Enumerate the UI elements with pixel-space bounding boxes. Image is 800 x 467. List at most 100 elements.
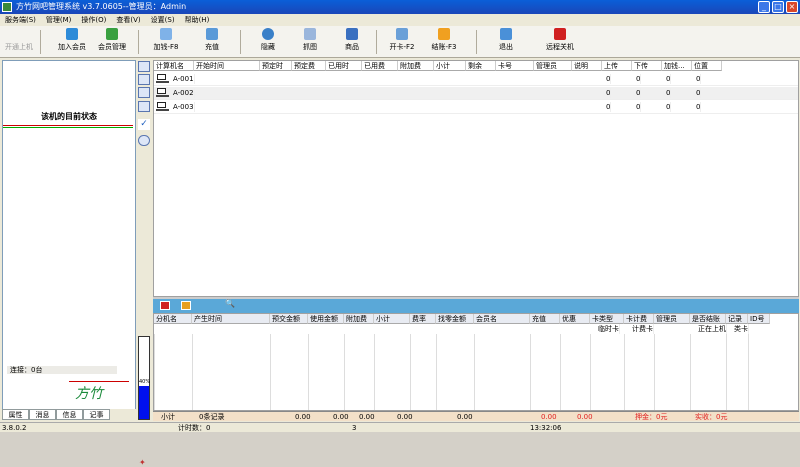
column-header[interactable]: 下传 [632, 61, 662, 71]
table-cell: A-001 [173, 74, 195, 84]
tab-properties[interactable]: 属性 [2, 409, 29, 420]
close-icon[interactable]: × [786, 1, 798, 13]
open-card-icon [396, 28, 408, 40]
add-member-button[interactable]: 加入会员 [52, 28, 92, 56]
menu-manage[interactable]: 管理(M) [41, 14, 77, 26]
remote-shutdown-button[interactable]: 远程关机 [540, 28, 580, 56]
screenshot-button[interactable]: 抓图 [292, 28, 328, 56]
sub-header: 正在上机 [698, 324, 727, 334]
exit-icon [500, 28, 512, 40]
column-header[interactable]: 上传 [602, 61, 632, 71]
refresh-icon[interactable] [138, 135, 150, 146]
column-header[interactable]: 开始时间 [194, 61, 260, 71]
column-header[interactable]: 计算机名 [154, 61, 194, 71]
column-header[interactable]: 预定时 [260, 61, 292, 71]
large-icon-view-icon[interactable] [138, 61, 150, 72]
table-row[interactable] [154, 73, 798, 86]
tab-info[interactable]: 信息 [56, 409, 83, 420]
computer-icon [156, 102, 170, 112]
column-header[interactable]: 已用时 [326, 61, 362, 71]
column-header[interactable]: 附加费 [344, 314, 374, 324]
gauge-label: 40% [139, 379, 151, 385]
menu-server[interactable]: 服务端(S) [0, 14, 41, 26]
grid-view-icon[interactable] [138, 74, 150, 85]
member-manage-button[interactable]: 会员管理 [92, 28, 132, 56]
export-icon[interactable] [181, 301, 191, 310]
column-header[interactable]: 优惠 [560, 314, 590, 324]
detail-view-icon[interactable] [138, 101, 150, 112]
column-header[interactable]: 卡类型 [590, 314, 624, 324]
tab-messages[interactable]: 消息 [29, 409, 56, 420]
column-header[interactable]: 是否结账 [690, 314, 726, 324]
pin-icon[interactable]: ✦ [139, 458, 146, 467]
brand-logo: 方竹 [75, 386, 103, 402]
open-card-button[interactable]: 开卡-F2 [382, 28, 422, 56]
column-header[interactable]: 产生时间 [192, 314, 270, 324]
check-icon[interactable]: ✓ [138, 119, 150, 130]
column-header[interactable]: 预定费 [292, 61, 326, 71]
column-header[interactable]: 小计 [374, 314, 410, 324]
records-toolbar: 🔍 [153, 299, 799, 313]
sub-header: 临时卡 [598, 324, 620, 334]
recharge-button[interactable]: 充值 [192, 28, 232, 56]
add-money-button[interactable]: 加钱-F8 [146, 28, 186, 56]
tab-notes[interactable]: 记事 [83, 409, 110, 420]
summary-count: 0条记录 [199, 413, 225, 421]
menu-operate[interactable]: 操作(O) [76, 14, 111, 26]
column-header[interactable]: 小计 [434, 61, 466, 71]
table-cell: 0 [696, 74, 702, 84]
column-header[interactable]: 管理员 [534, 61, 572, 71]
search-icon[interactable]: 🔍 [225, 299, 235, 308]
status-bar: 3.8.0.2 计时数：0 3 13:32:06 [0, 422, 800, 432]
column-header[interactable]: 费率 [410, 314, 436, 324]
menu-view[interactable]: 查看(V) [111, 14, 145, 26]
summary-label: 小计 [161, 413, 175, 421]
checkout-button[interactable]: 结账-F3 [424, 28, 464, 56]
maximize-icon[interactable]: □ [772, 1, 784, 13]
gauge-fill [139, 386, 149, 419]
column-header[interactable]: 管理员 [654, 314, 690, 324]
column-header[interactable]: 说明 [572, 61, 602, 71]
computer-icon [156, 88, 170, 98]
column-header[interactable]: 分机名 [154, 314, 192, 324]
table-cell: 0 [666, 88, 672, 98]
computer-grid[interactable]: 计算机名 开始时间 预定时 预定费 已用时 已用费 附加费 小计 剩余 卡号 管理员 说明 上传 下传 加钱… [153, 60, 799, 297]
screenshot-icon [304, 28, 316, 40]
table-cell: 0 [606, 102, 612, 112]
column-header[interactable]: 位置 [692, 61, 722, 71]
column-header[interactable]: 卡号 [496, 61, 534, 71]
column-header[interactable]: 预交金额 [270, 314, 308, 324]
table-row[interactable] [154, 101, 798, 114]
menu-bar: 服务端(S) 管理(M) 操作(O) 查看(V) 设置(S) 帮助(H) [0, 14, 800, 26]
open-machine-status: 开通上机 [5, 43, 33, 51]
column-header[interactable]: 卡计费 [624, 314, 654, 324]
goods-button[interactable]: 商品 [334, 28, 370, 56]
menu-help[interactable]: 帮助(H) [180, 14, 215, 26]
column-header[interactable]: 找零金额 [436, 314, 474, 324]
app-window: 方竹网吧管理系统 v3.7.0605--管理员：Admin _ □ × 服务端(… [0, 0, 800, 467]
received-total: 实收：0元 [695, 413, 728, 421]
column-header[interactable]: 附加费 [398, 61, 434, 71]
table-row[interactable] [154, 87, 798, 100]
table-cell: 0 [666, 102, 672, 112]
add-member-icon [66, 28, 78, 40]
title-bar: 方竹网吧管理系统 v3.7.0605--管理员：Admin _ □ × [0, 0, 800, 14]
list-view-icon[interactable] [138, 87, 150, 98]
menu-settings[interactable]: 设置(S) [146, 14, 180, 26]
column-header[interactable]: 已用费 [362, 61, 398, 71]
minimize-icon[interactable]: _ [758, 1, 770, 13]
hide-icon [262, 28, 274, 40]
exit-button[interactable]: 退出 [490, 28, 522, 56]
hide-button[interactable]: 隐藏 [250, 28, 286, 56]
computer-icon [156, 74, 170, 84]
column-header[interactable]: ID号 [748, 314, 770, 324]
delete-record-icon[interactable] [160, 301, 170, 310]
column-header[interactable]: 充值 [530, 314, 560, 324]
column-header[interactable]: 使用金额 [308, 314, 344, 324]
column-header[interactable]: 剩余 [466, 61, 496, 71]
column-header[interactable]: 加钱... [662, 61, 692, 71]
connection-status: 连接：0台 [7, 366, 117, 374]
records-grid[interactable]: 分机名 产生时间 预交金额 使用金额 附加费 小计 费率 找零金额 会员名 充值 优惠 卡类型 卡计费管… [153, 313, 799, 411]
column-header[interactable]: 会员名 [474, 314, 530, 324]
column-header[interactable]: 记录 [726, 314, 748, 324]
